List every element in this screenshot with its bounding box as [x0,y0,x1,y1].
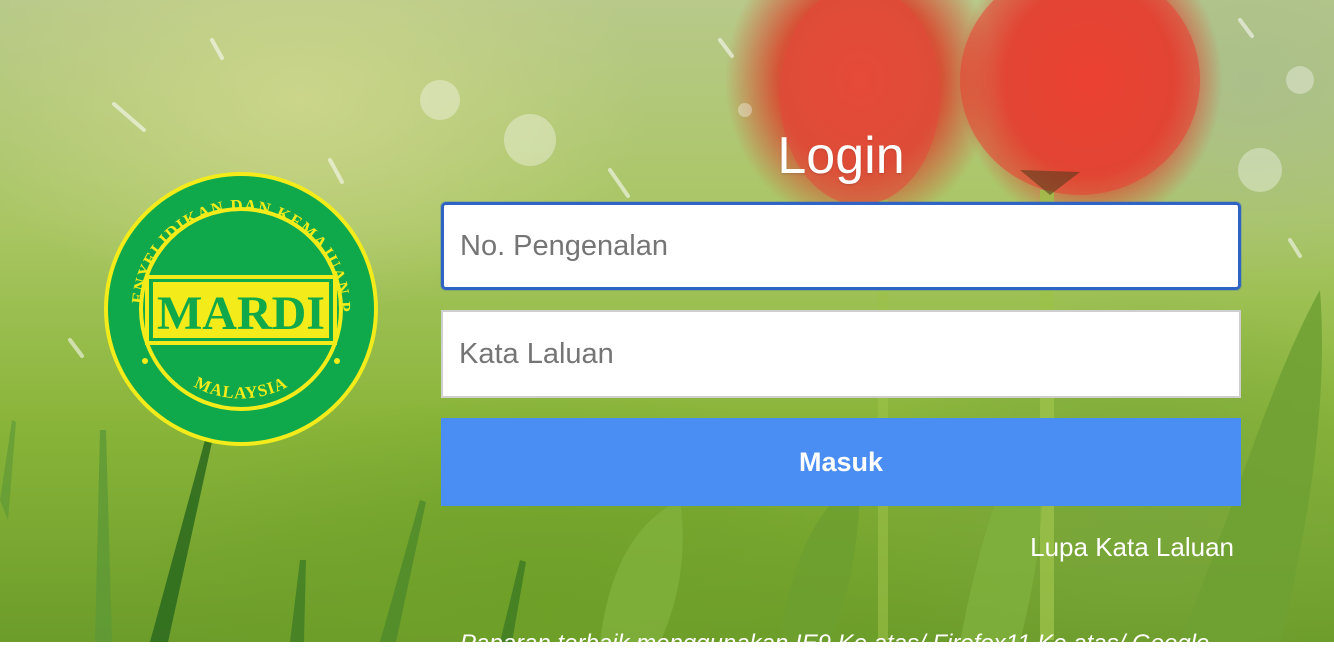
forgot-password-link[interactable]: Lupa Kata Laluan [1030,532,1234,563]
browser-support-note: Paparan terbaik menggunakan IE9 Ke atas/… [460,630,1210,657]
login-submit-button[interactable]: Masuk [441,418,1241,506]
logo-center-text: MARDI [157,287,325,340]
password-input[interactable] [441,310,1241,398]
mardi-logo: MARDI INSTITUT PENYELIDIKAN DAN KEMAJUAN… [96,156,379,447]
mardi-logo-icon: MARDI INSTITUT PENYELIDIKAN DAN KEMAJUAN… [96,156,378,446]
id-number-input[interactable] [441,202,1241,290]
login-title: Login [777,127,905,185]
